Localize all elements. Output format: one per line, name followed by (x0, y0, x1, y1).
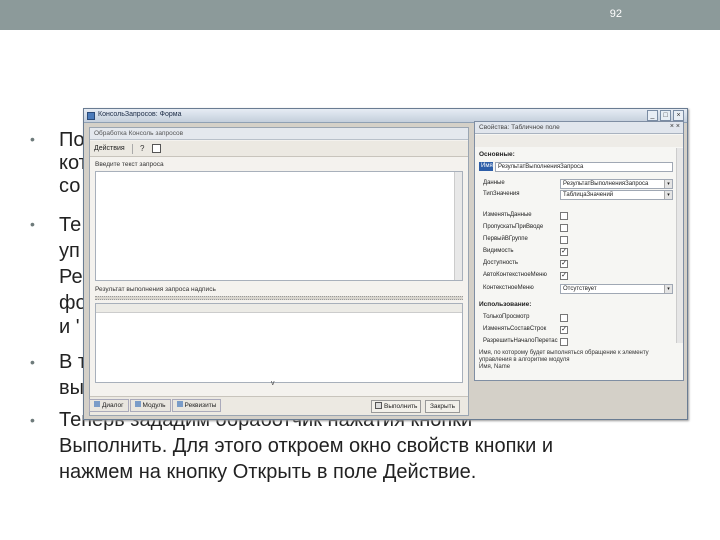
prop-context-menu-label: КонтекстноеМеню (483, 285, 534, 291)
bullet-2-line-2: уп (59, 240, 80, 262)
prop-usage-checkbox[interactable] (560, 338, 568, 346)
prop-name-value[interactable]: РезультатВыполненияЗапроса (495, 162, 673, 172)
splitter-handle[interactable] (95, 296, 463, 300)
prop-flag-checkbox-checked[interactable]: ✓ (560, 248, 568, 256)
form-design-pane: Обработка Консоль запросов Действия ? Вв… (89, 127, 469, 416)
chevron-down-icon[interactable]: ▾ (664, 180, 672, 188)
form-editor-window: КонсольЗапросов: Форма _ □ × Обработка К… (83, 108, 688, 420)
result-table-header (96, 304, 462, 313)
bullet-marker: • (30, 412, 35, 428)
run-icon (375, 402, 382, 409)
form-icon (87, 112, 95, 120)
editor-tabs: Диалог Модуль Реквизиты (89, 399, 222, 413)
run-button[interactable]: Выполнить (371, 400, 422, 413)
properties-panel: Свойства: Табличное поле × × Основные: И… (474, 121, 684, 381)
properties-title: Свойства: Табличное поле (479, 124, 560, 131)
prop-flag-label: АвтоКонтекстноеМеню (483, 272, 547, 278)
tab-attributes[interactable]: Реквизиты (171, 399, 222, 412)
tab-label: Реквизиты (184, 402, 217, 409)
prop-data-text: РезультатВыполненияЗапроса (563, 181, 649, 187)
prop-usage-checkbox[interactable] (560, 314, 568, 322)
attributes-icon (176, 401, 183, 407)
prop-flag-checkbox-checked[interactable]: ✓ (560, 260, 568, 268)
prop-context-menu-text: Отсутствует (563, 286, 597, 292)
property-description: Имя, по которому будет выполняться обращ… (479, 350, 679, 371)
tab-label: Модуль (142, 402, 166, 409)
close-icon[interactable]: × (673, 110, 684, 121)
dialog-icon (94, 401, 100, 407)
tab-dialog[interactable]: Диалог (89, 399, 129, 412)
tab-module[interactable]: Модуль (129, 399, 171, 412)
prop-usage-label: ТолькоПросмотр (483, 314, 530, 320)
prop-usage-label: РазрешитьНачалоПеретас (483, 338, 558, 344)
chevron-down-icon[interactable]: ▾ (664, 285, 672, 293)
query-text-field[interactable] (95, 171, 463, 281)
bullet-1-line-1: По (59, 129, 85, 151)
properties-scrollbar[interactable] (676, 148, 683, 343)
prop-flag-checkbox[interactable] (560, 224, 568, 232)
description-text: Имя, по которому будет выполняться обращ… (479, 350, 649, 363)
prop-data-value[interactable]: РезультатВыполненияЗапроса ▾ (560, 179, 673, 189)
form-caption: Обработка Консоль запросов (90, 128, 468, 140)
prop-context-menu-value[interactable]: Отсутствует ▾ (560, 284, 673, 294)
prop-flag-checkbox[interactable] (560, 212, 568, 220)
prop-data-label: Данные (483, 180, 505, 186)
form-caption-text: Обработка Консоль запросов (94, 130, 184, 137)
properties-toolbar (475, 135, 683, 147)
prop-name-label: Имя (481, 163, 493, 169)
window-title: КонсольЗапросов: Форма (98, 111, 182, 118)
module-icon (134, 401, 141, 407)
bullet-4-line-3: нажмем на кнопку Открыть в поле Действие… (59, 461, 477, 483)
bullet-1-line-3: со (59, 175, 81, 197)
resize-arrow-icon: v (271, 380, 275, 387)
tab-label: Диалог (102, 402, 124, 409)
prop-type-text: ТаблицаЗначений (563, 192, 614, 198)
toolbar-box-icon[interactable] (152, 144, 161, 153)
group-usage[interactable]: Использование: (479, 301, 531, 308)
prop-type-label: ТипЗначения (483, 191, 520, 197)
prop-usage-checkbox-checked[interactable]: ✓ (560, 326, 568, 334)
bullet-4-line-2: Выполнить. Для этого откроем окно свойст… (59, 435, 554, 457)
bullet-marker: • (30, 216, 35, 232)
close-button[interactable]: Закрыть (425, 400, 461, 413)
help-button[interactable]: ? (140, 144, 144, 153)
prop-flag-checkbox-checked[interactable]: ✓ (560, 272, 568, 280)
maximize-icon[interactable]: □ (660, 110, 671, 121)
properties-title-bar: Свойства: Табличное поле × × (475, 122, 683, 134)
result-label: Результат выполнения запроса надпись (95, 286, 216, 293)
query-scrollbar[interactable] (454, 172, 462, 280)
bullet-2-line-5: и ' (59, 316, 80, 338)
bullet-2-line-1: Те (59, 214, 82, 236)
prop-flag-label: ИзменятьДанные (483, 212, 532, 218)
bullet-marker: • (30, 131, 35, 147)
prop-flag-label: ПервыйВГруппе (483, 236, 528, 242)
window-controls: _ □ × (647, 110, 684, 121)
form-toolbar: Действия ? (90, 141, 468, 157)
run-button-label: Выполнить (384, 403, 418, 410)
query-text-label: Введите текст запроса (95, 161, 164, 168)
prop-usage-label: ИзменятьСоставСтрок (483, 326, 547, 332)
bullet-2-line-3: Ре (59, 266, 83, 288)
prop-type-value[interactable]: ТаблицаЗначений ▾ (560, 190, 673, 200)
chevron-down-icon[interactable]: ▾ (664, 191, 672, 199)
actions-menu-button[interactable]: Действия (94, 145, 125, 152)
minimize-icon[interactable]: _ (647, 110, 658, 121)
prop-flag-label: ПропускатьПриВводе (483, 224, 544, 230)
toolbar-separator (132, 144, 133, 154)
bullet-marker: • (30, 354, 35, 370)
group-basic[interactable]: Основные: (479, 151, 515, 158)
prop-flag-label: Видимость (483, 248, 514, 254)
close-icon[interactable]: × × (670, 123, 680, 130)
prop-flag-checkbox[interactable] (560, 236, 568, 244)
prop-flag-label: Доступность (483, 260, 519, 266)
description-name: Имя, Name (479, 364, 511, 370)
bullet-3-line-2: вы (59, 377, 84, 399)
result-table[interactable] (95, 303, 463, 383)
